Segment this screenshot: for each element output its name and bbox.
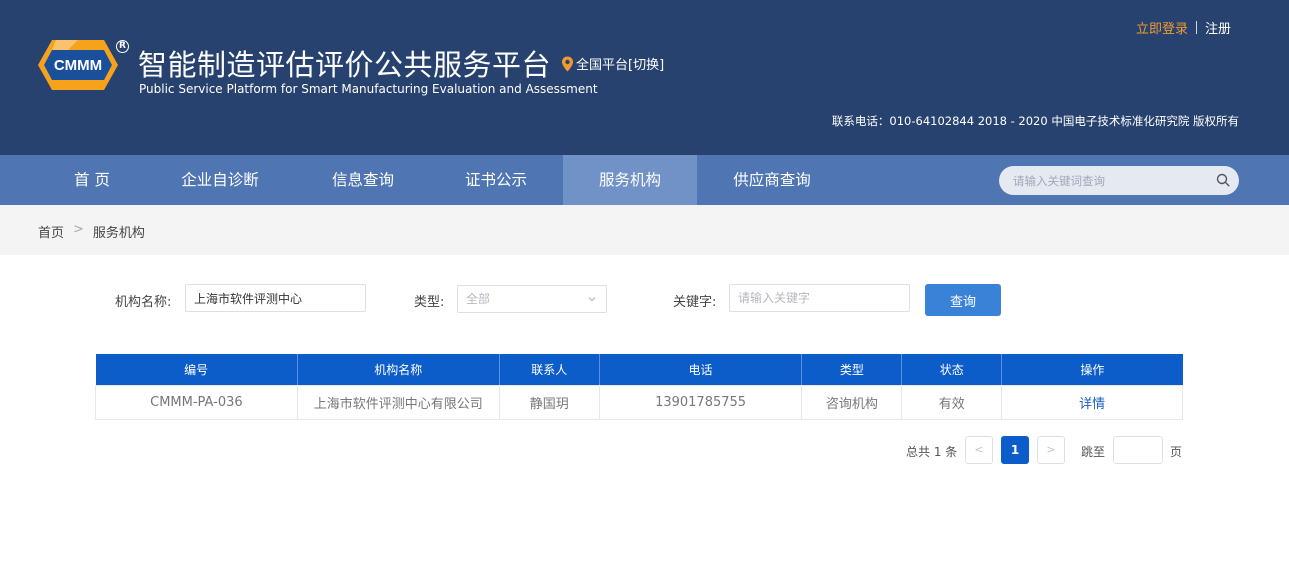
registered-icon: R [116, 40, 129, 53]
nav-item-home[interactable]: 首 页 [38, 155, 146, 205]
query-button[interactable]: 查询 [925, 284, 1001, 316]
breadcrumb-home[interactable]: 首页 [38, 222, 64, 241]
col-header-contact: 联系人 [499, 354, 600, 385]
auth-divider [1195, 21, 1197, 34]
site-search [999, 166, 1239, 195]
breadcrumb-separator: > [73, 222, 84, 237]
col-header-phone: 电话 [599, 354, 803, 385]
nav-item-info-query[interactable]: 信息查询 [309, 155, 417, 205]
location-pin-icon [562, 56, 573, 71]
nav-item-certificates[interactable]: 证书公示 [442, 155, 550, 205]
prev-page-button[interactable]: < [965, 436, 993, 464]
goto-label: 跳至 [1081, 445, 1106, 459]
org-name-text: 上海市软件评测中心有限公司 [313, 396, 483, 412]
auth-links: 立即登录 注册 [1136, 18, 1231, 37]
col-header-action: 操作 [1001, 354, 1183, 385]
org-name-input[interactable] [185, 284, 366, 312]
platform-title: 智能制造评估评价公共服务平台 [138, 48, 552, 82]
logo-text: CMMM [54, 57, 102, 74]
breadcrumb-bar: 首页 > 服务机构 [0, 205, 1289, 255]
contact-info: 联系电话：010-64102844 2018 - 2020 中国电子技术标准化研… [831, 114, 1239, 128]
login-link[interactable]: 立即登录 [1136, 18, 1188, 37]
cell-contact: 静国玥 [498, 384, 600, 420]
breadcrumb: 首页 > 服务机构 [38, 222, 145, 241]
col-header-type: 类型 [801, 354, 903, 385]
details-link[interactable]: 详情 [1001, 384, 1183, 420]
keyword-label: 关键字: [673, 295, 717, 310]
search-input[interactable] [1013, 166, 1203, 195]
org-name-label: 机构名称: [115, 295, 172, 310]
cell-number: CMMM-PA-036 [95, 384, 298, 420]
cell-type: 咨询机构 [801, 384, 903, 420]
search-icon[interactable] [1216, 173, 1230, 187]
nav-item-self-diagnosis[interactable]: 企业自诊断 [166, 155, 274, 205]
chevron-down-icon [588, 297, 596, 302]
cell-status: 有效 [901, 384, 1003, 420]
pagination-total: 总共 1 条 [906, 445, 958, 459]
nav-item-supplier-query[interactable]: 供应商查询 [716, 155, 828, 205]
type-select-value: 全部 [466, 292, 491, 306]
keyword-input[interactable] [729, 284, 910, 312]
cell-phone: 13901785755 [598, 384, 803, 420]
platform-subtitle: Public Service Platform for Smart Manufa… [139, 82, 598, 96]
col-header-org-name: 机构名称 [297, 354, 500, 385]
type-select[interactable]: 全部 [457, 285, 607, 313]
site-header: CMMM R 智能制造评估评价公共服务平台 Public Service Pla… [0, 0, 1289, 155]
current-page-button[interactable]: 1 [1001, 436, 1029, 464]
cell-org-name: 上海市软件评测中心有限公司 [296, 384, 500, 420]
main-nav: 首 页 企业自诊断 信息查询 证书公示 服务机构 供应商查询 [0, 155, 1289, 205]
cmmm-logo[interactable]: CMMM [38, 38, 118, 92]
breadcrumb-current: 服务机构 [92, 226, 145, 241]
type-label: 类型: [414, 295, 445, 310]
region-switch[interactable]: 全国平台[切换] [561, 54, 664, 73]
table-header-row: 编号 机构名称 联系人 电话 类型 状态 操作 [95, 354, 1183, 385]
goto-page-input[interactable] [1113, 436, 1163, 464]
goto-suffix: 页 [1170, 445, 1183, 459]
next-page-button[interactable]: > [1037, 436, 1065, 464]
table-row: CMMM-PA-036 上海市软件评测中心有限公司 静国玥 1390178575… [95, 384, 1183, 420]
register-link[interactable]: 注册 [1205, 18, 1231, 37]
region-label[interactable]: 全国平台[切换] [576, 54, 664, 73]
nav-item-service-orgs[interactable]: 服务机构 [563, 155, 697, 205]
col-header-status: 状态 [901, 354, 1003, 385]
results-table: 编号 机构名称 联系人 电话 类型 状态 操作 CMMM-PA-036 上海市软… [95, 354, 1183, 420]
col-header-number: 编号 [95, 354, 298, 385]
